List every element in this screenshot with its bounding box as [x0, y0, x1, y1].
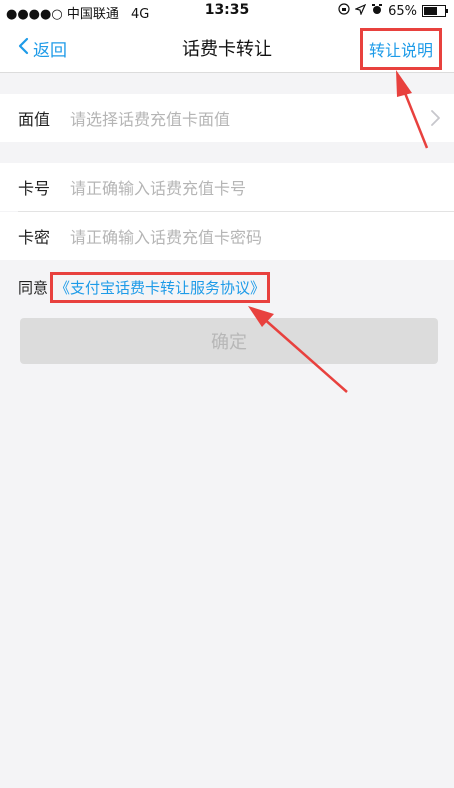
transfer-info-button[interactable]: 转让说明 [359, 28, 442, 70]
agreement-row: 同意 《支付宝话费卡转让服务协议》 [18, 272, 271, 303]
card-password-label: 卡密 [18, 228, 51, 247]
denomination-label: 面值 [18, 110, 51, 129]
chevron-right-icon [431, 110, 440, 130]
card-number-input[interactable]: 请正确输入话费充值卡号 [70, 175, 454, 199]
agreement-link[interactable]: 《支付宝话费卡转让服务协议》 [50, 272, 271, 303]
card-password-input[interactable]: 请正确输入话费充值卡密码 [70, 224, 454, 248]
denomination-select[interactable]: 请选择话费充值卡面值 [70, 106, 454, 130]
confirm-button[interactable]: 确定 [20, 318, 438, 364]
status-bar: ●●●●○ 中国联通 4G 13:35 65% [0, 0, 454, 22]
alarm-icon [371, 3, 383, 19]
lock-rotation-icon [338, 3, 350, 19]
denomination-row[interactable]: 面值 请选择话费充值卡面值 [0, 94, 454, 142]
card-password-row: 卡密 请正确输入话费充值卡密码 [0, 212, 454, 260]
battery-percent: 65% [388, 3, 417, 19]
agreement-prefix: 同意 [18, 279, 49, 297]
card-number-label: 卡号 [18, 179, 51, 198]
battery-fill [424, 7, 437, 15]
nav-bar: 返回 话费卡转让 转让说明 [0, 22, 454, 73]
card-number-row: 卡号 请正确输入话费充值卡号 [0, 163, 454, 211]
status-right: 65% [338, 3, 448, 19]
battery-icon [422, 5, 448, 17]
location-icon [354, 3, 367, 19]
